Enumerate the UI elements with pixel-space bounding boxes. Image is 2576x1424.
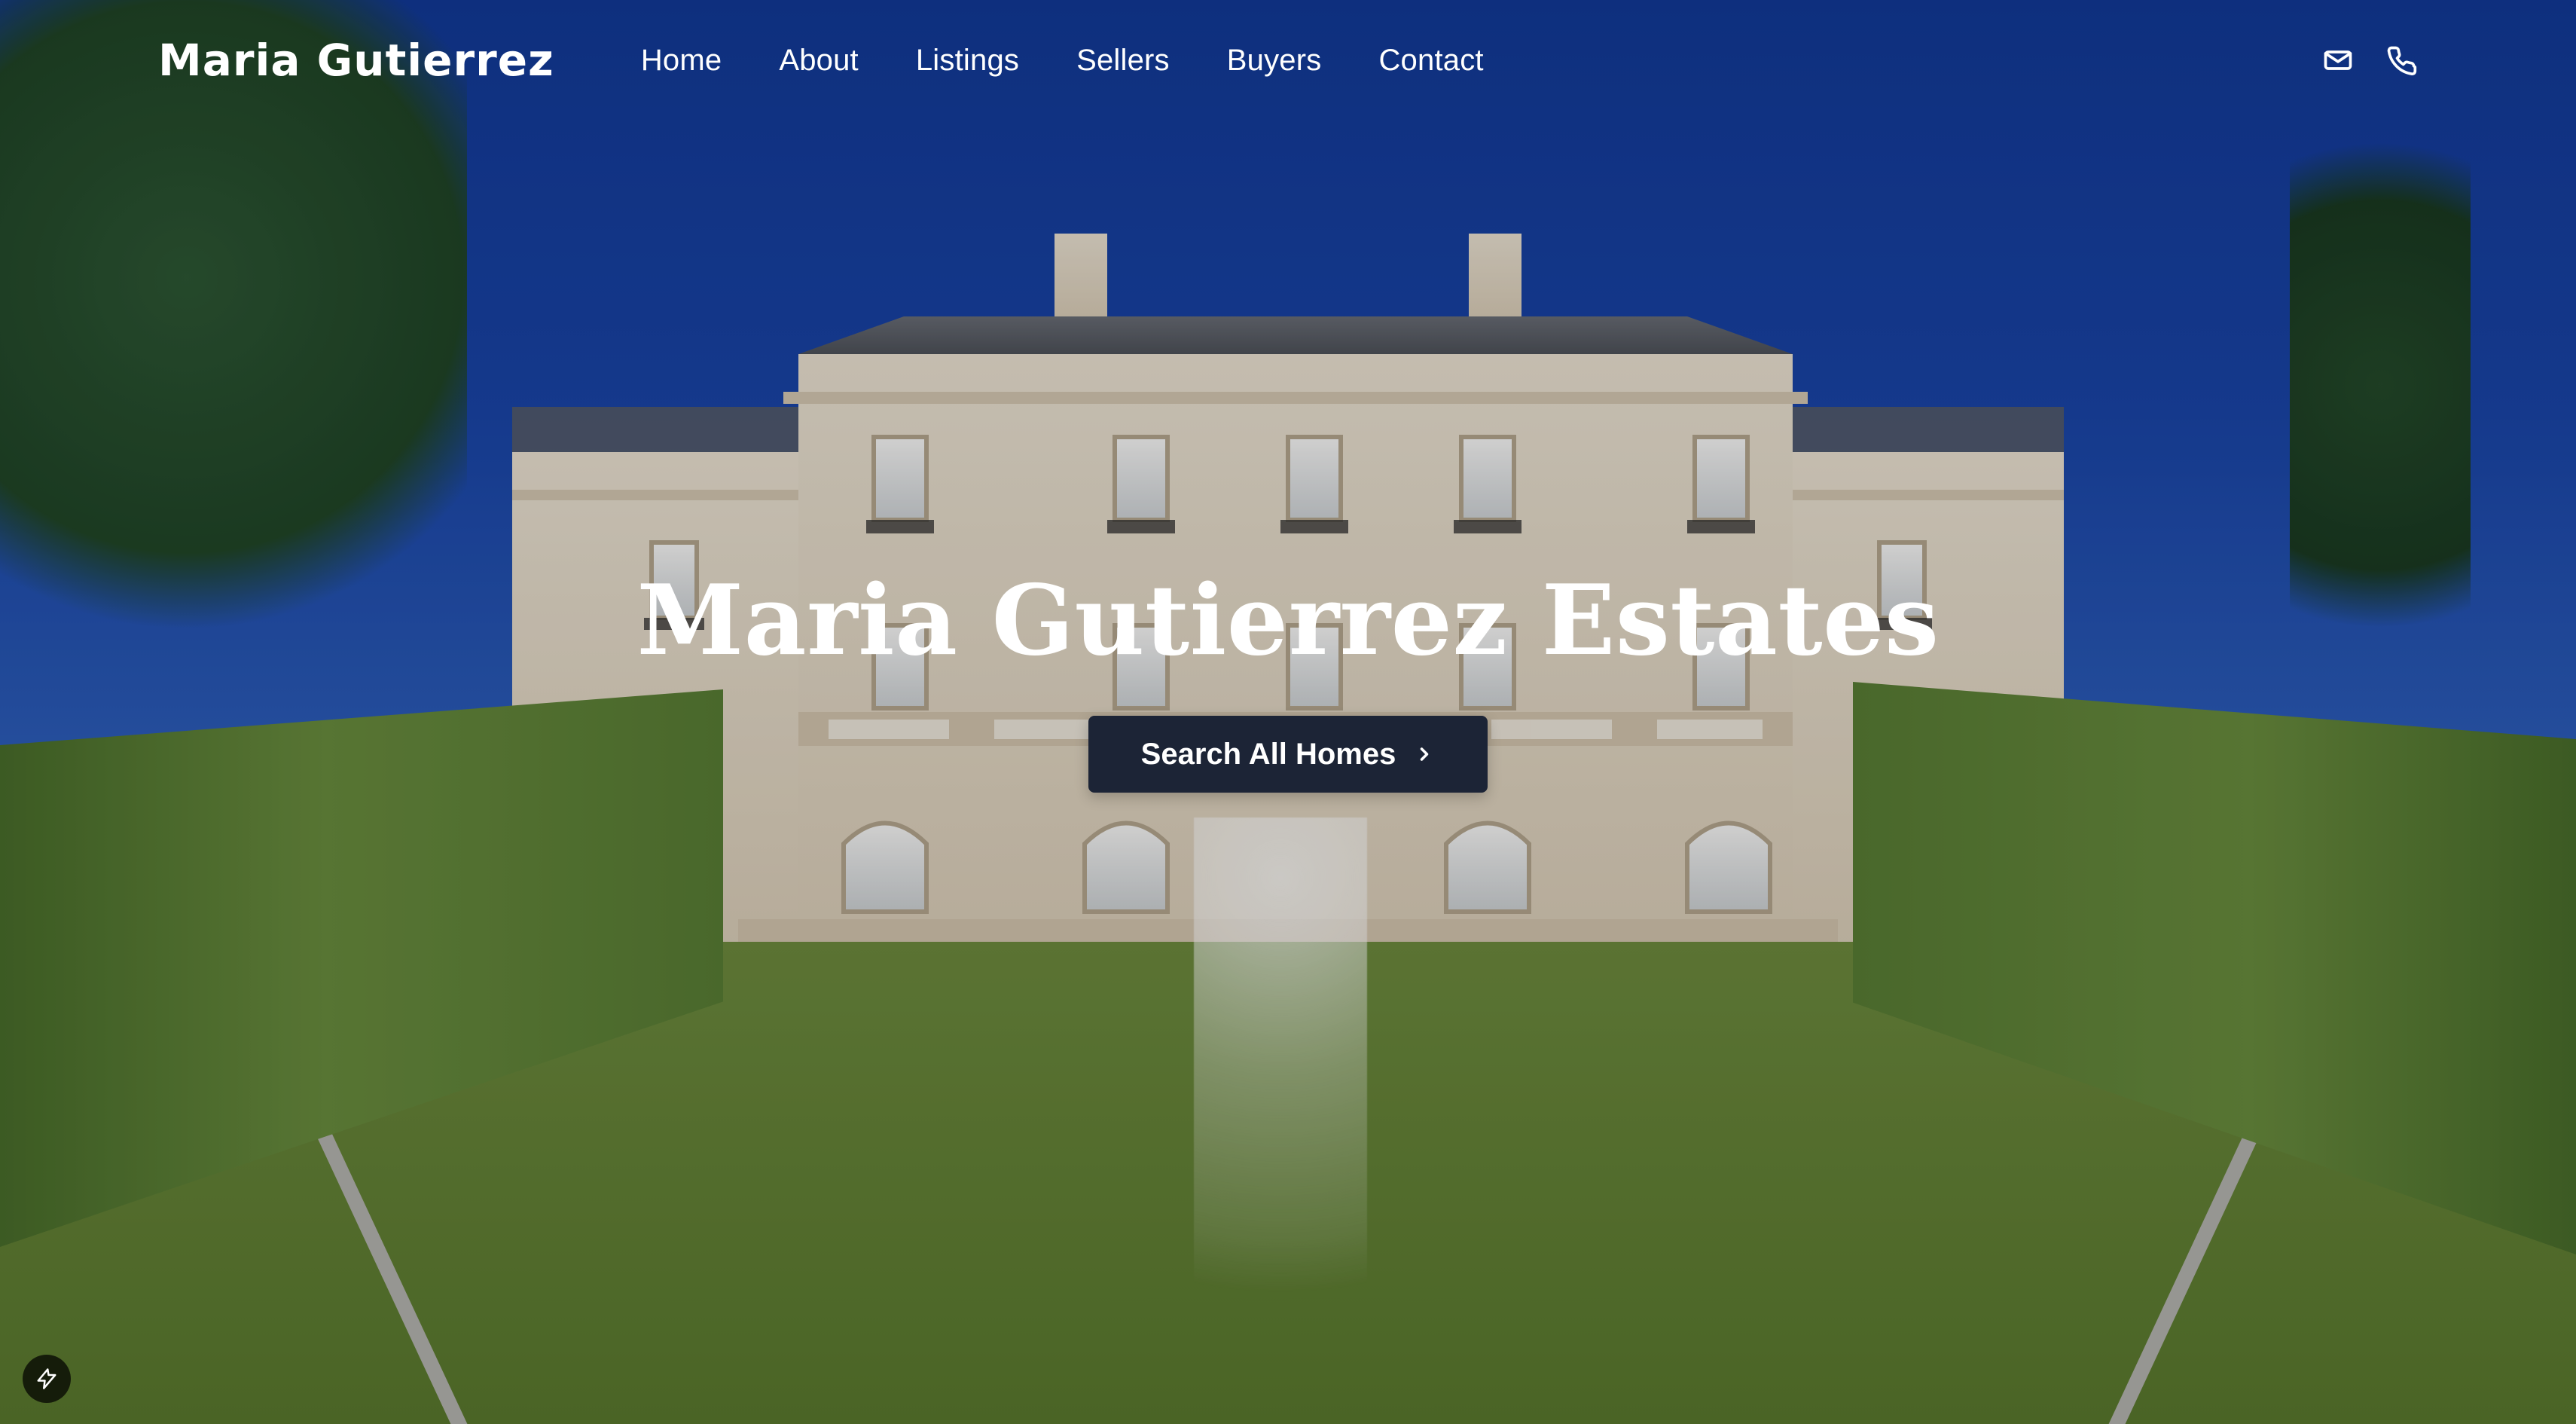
site-brand[interactable]: Maria Gutierrez [158, 35, 554, 86]
hero: Maria Gutierrez Home About Listings Sell… [0, 0, 2576, 1424]
nav-listings[interactable]: Listings [916, 44, 1019, 78]
nav-icons [2321, 44, 2418, 77]
search-all-homes-button[interactable]: Search All Homes [1088, 716, 1488, 793]
hero-content: Maria Gutierrez Estates Search All Homes [0, 573, 2576, 793]
nav-sellers[interactable]: Sellers [1076, 44, 1170, 78]
bolt-icon [35, 1367, 58, 1390]
nav-contact[interactable]: Contact [1378, 44, 1483, 78]
mail-icon[interactable] [2321, 44, 2355, 77]
main-nav: Home About Listings Sellers Buyers Conta… [641, 44, 2321, 78]
nav-about[interactable]: About [779, 44, 859, 78]
chevron-right-icon [1414, 744, 1435, 765]
hero-title: Maria Gutierrez Estates [636, 564, 1940, 677]
top-navigation: Maria Gutierrez Home About Listings Sell… [0, 0, 2576, 121]
fountain [1194, 817, 1367, 1424]
nav-home[interactable]: Home [641, 44, 722, 78]
search-all-homes-label: Search All Homes [1140, 737, 1396, 771]
bolt-fab[interactable] [23, 1355, 71, 1403]
phone-icon[interactable] [2385, 44, 2418, 77]
nav-buyers[interactable]: Buyers [1227, 44, 1322, 78]
